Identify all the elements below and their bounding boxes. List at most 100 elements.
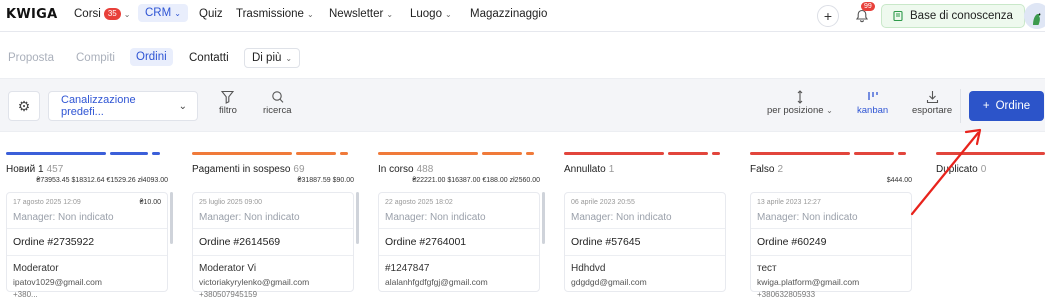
card-order-number[interactable]: Ordine #57645 (571, 236, 719, 248)
card-contact-phone: +380... (13, 290, 38, 299)
column-name: In corso (378, 164, 414, 175)
card-order-number[interactable]: Ordine #2735922 (13, 236, 161, 248)
search-icon (272, 91, 284, 103)
nav-corsi[interactable]: Corsi 35 ⌄ (74, 8, 130, 20)
nav-crm[interactable]: CRM ⌄ (138, 4, 188, 22)
knowledge-base-button[interactable]: Base di conoscenza (881, 4, 1025, 28)
filter-button[interactable]: filtro (219, 89, 237, 116)
card-contact-email: victoriakyrylenko@gmail.com (199, 277, 310, 287)
settings-button[interactable]: ⚙ (8, 91, 40, 121)
chevron-down-icon: ⌄ (306, 9, 314, 19)
filter-label: filtro (219, 105, 237, 116)
chevron-down-icon: ⌄ (386, 9, 394, 19)
user-avatar[interactable] (1024, 3, 1045, 29)
column-title: Pagamenti in sospeso 69 (192, 164, 305, 175)
chevron-down-icon: ⌄ (826, 106, 833, 115)
divider (565, 255, 725, 256)
more-dropdown[interactable]: Di più ⌄ (244, 48, 301, 68)
kanban-view-button[interactable]: kanban (857, 89, 888, 116)
export-button[interactable]: esportare (912, 89, 952, 116)
divider (565, 228, 725, 229)
card-order-number[interactable]: Ordine #2614569 (199, 236, 347, 248)
card-manager: Manager: Non indicato (199, 212, 300, 223)
card-contact-name: тест (757, 263, 777, 274)
column-scrollbar[interactable] (170, 192, 173, 244)
order-card[interactable]: 22 agosto 2025 18:02 Manager: Non indica… (378, 192, 540, 292)
order-card[interactable]: 25 luglio 2025 09:00 Manager: Non indica… (192, 192, 354, 299)
column-name: Новий 1 (6, 164, 44, 175)
card-contact-email: kwiga.platform@gmail.com (757, 277, 860, 287)
kwiga-logo[interactable]: KWIGA (6, 7, 57, 22)
card-header: 22 agosto 2025 18:02 (385, 199, 533, 206)
add-order-button[interactable]: + Ordine (969, 91, 1044, 121)
divider (379, 255, 539, 256)
chevron-down-icon: ⌄ (444, 9, 452, 19)
card-header: 13 aprile 2023 12:27 (757, 199, 905, 206)
divider (193, 255, 353, 256)
notification-badge: 99 (861, 2, 875, 11)
bell-icon[interactable]: 99 (851, 2, 875, 27)
nav-trasmissione[interactable]: Trasmissione ⌄ (236, 8, 314, 20)
sort-dropdown[interactable]: per posizione ⌄ (767, 89, 833, 116)
kanban-board: Новий 1 457 ₴73953.45 $18312.64 €1529.26 … (0, 140, 1045, 299)
column-title: Duplicato 0 (936, 164, 986, 175)
column-color-bar (564, 152, 730, 155)
card-contact-name: #1247847 (385, 263, 430, 274)
column-name: Falso (750, 164, 775, 175)
column-scrollbar[interactable] (542, 192, 545, 244)
add-order-label: Ordine (995, 100, 1031, 112)
tab-compiti[interactable]: Compiti (76, 52, 115, 64)
order-card[interactable]: 17 agosto 2025 12:09 ₴10.00 Manager: Non … (6, 192, 168, 299)
search-button[interactable]: ricerca (263, 89, 292, 116)
column-color-bar (936, 152, 1045, 155)
card-order-number[interactable]: Ordine #2764001 (385, 236, 533, 248)
tab-proposta[interactable]: Proposta (8, 52, 54, 64)
card-contact-name: Hdhdvd (571, 263, 606, 274)
filter-icon (221, 90, 235, 104)
order-card[interactable]: 06 aprile 2023 20:55 Manager: Non indica… (564, 192, 726, 292)
tab-contatti[interactable]: Contatti (189, 52, 229, 64)
pipeline-select[interactable]: Canalizzazione predefi... ⌄ (48, 91, 198, 121)
kanban-icon (867, 92, 878, 100)
kanban-column-fake: Falso 2 $444.00 13 aprile 2023 12:27 Mana… (744, 140, 924, 299)
nav-luogo[interactable]: Luogo ⌄ (410, 8, 452, 20)
search-label: ricerca (263, 105, 292, 116)
column-name: Duplicato (936, 164, 978, 175)
sort-icon (797, 90, 803, 104)
card-contact-email: ipatov1029@gmail.com (13, 277, 102, 287)
kanban-column-in-progress: In corso 488 ₴22221.00 $16387.00 €188.00 … (372, 140, 552, 292)
tab-ordini[interactable]: Ordini (130, 48, 173, 66)
card-order-number[interactable]: Ordine #60249 (757, 236, 905, 248)
column-name: Annullato (564, 164, 606, 175)
export-label: esportare (912, 105, 953, 116)
column-name: Pagamenti in sospeso (192, 164, 291, 175)
column-scrollbar[interactable] (356, 192, 359, 244)
nav-magazzinaggio[interactable]: Magazzinaggio (470, 8, 547, 20)
nav-corsi-label: Corsi (74, 8, 101, 20)
card-contact-phone: +380507945159 (199, 290, 258, 299)
divider (193, 228, 353, 229)
card-contact-email: alalanhfgdfgfgj@gmail.com (385, 277, 488, 287)
nav-newsletter[interactable]: Newsletter ⌄ (329, 8, 393, 20)
plus-icon: + (982, 100, 990, 112)
knowledge-base-label: Base di conoscenza (910, 10, 1013, 22)
kanban-column-pending: Pagamenti in sospeso 69 ₴31887.59 $90.00 … (186, 140, 366, 299)
column-count: 457 (46, 164, 64, 175)
card-date: 25 luglio 2025 09:00 (199, 199, 263, 206)
corsi-badge: 35 (103, 8, 121, 20)
column-color-bar (192, 152, 358, 155)
divider (379, 228, 539, 229)
card-date: 22 agosto 2025 18:02 (385, 199, 453, 206)
kanban-label: kanban (857, 105, 889, 116)
column-count: 69 (293, 164, 305, 175)
order-card[interactable]: 13 aprile 2023 12:27 Manager: Non indica… (750, 192, 912, 299)
column-count: 2 (777, 164, 784, 175)
nav-magazzinaggio-label: Magazzinaggio (470, 8, 548, 20)
card-header: 25 luglio 2025 09:00 (199, 199, 347, 206)
nav-quiz[interactable]: Quiz (199, 8, 223, 20)
divider (7, 255, 167, 256)
pipeline-select-label: Canalizzazione predefi... (61, 94, 136, 118)
kanban-column-cancelled: Annullato 1 06 aprile 2023 20:55 Manager:… (558, 140, 738, 292)
plus-icon[interactable]: + (817, 5, 839, 27)
card-header: 17 agosto 2025 12:09 ₴10.00 (13, 199, 161, 206)
